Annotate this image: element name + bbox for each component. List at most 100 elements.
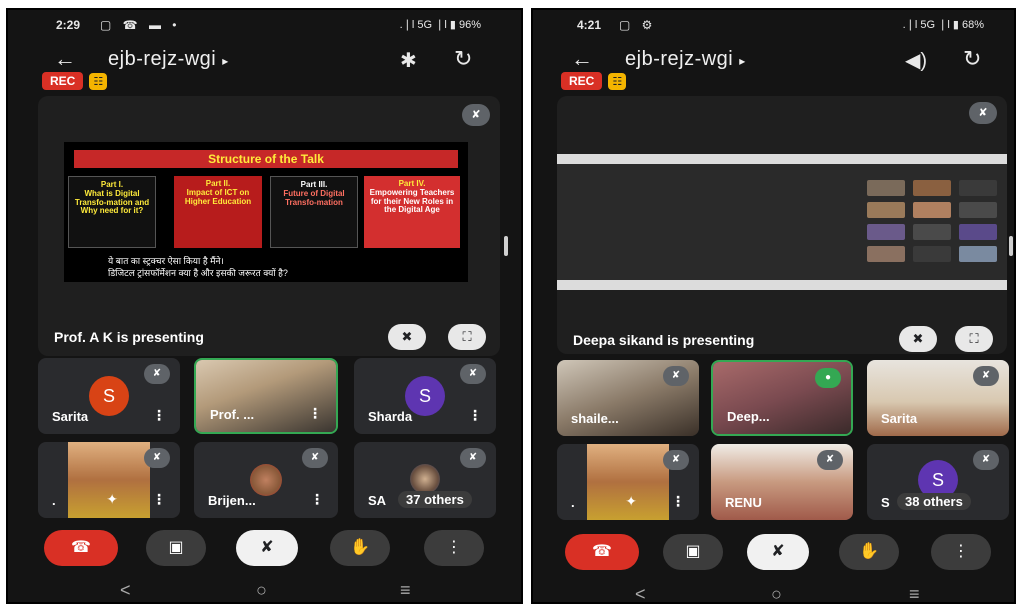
nav-home-icon[interactable]: ○ (771, 584, 782, 602)
camera-button[interactable]: ▣ (663, 534, 723, 570)
mic-off-icon: ✘ (973, 366, 999, 386)
more-vert-icon[interactable]: ⋮ (310, 491, 324, 508)
call-controls: ☎ ▣ ✘ ✋ ⋮ (533, 534, 1014, 574)
participant-name: . (52, 493, 56, 508)
status-icons: ▢ ⚙ (619, 18, 657, 32)
participant-tile[interactable]: Prof. ... ⋮ (194, 358, 338, 434)
participant-name: Brijen... (208, 493, 256, 508)
mic-off-icon: ✘ (460, 364, 486, 384)
meeting-code[interactable]: ejb-rejz-wgi ▸ (108, 48, 229, 71)
mic-button[interactable]: ✘ (236, 530, 298, 566)
mic-off-icon: ✘ (663, 450, 689, 470)
participant-name-prefix: S (881, 495, 890, 510)
caret-right-icon: ▸ (222, 54, 229, 68)
effects-icon[interactable]: ✦ (106, 491, 118, 508)
others-count: 38 others (897, 493, 971, 510)
avatar: S (89, 376, 129, 416)
participant-name-prefix: SA (368, 493, 387, 508)
participant-tile[interactable]: ✘ S Sharda ⋮ (354, 358, 496, 434)
participant-name: Deep... (727, 409, 770, 424)
slide-part-4: Part IV. Empowering Teachers for their Ne… (364, 176, 460, 248)
captions-icon: ☷ (89, 72, 108, 90)
participant-tile[interactable]: ● Deep... (711, 360, 853, 436)
nav-home-icon[interactable]: ○ (256, 580, 267, 601)
speaking-indicator-icon: ● (815, 368, 841, 388)
presenting-label: Deepa sikand is presenting (573, 332, 755, 348)
participant-name: RENU (725, 495, 762, 510)
mic-off-icon: ✘ (144, 448, 170, 468)
mic-off-icon: ✘ (302, 448, 328, 468)
effects-icon[interactable]: ✦ (625, 493, 637, 510)
presentation-tile[interactable]: ✘ Deepa sikand is presenting ✖ ⛶ (557, 96, 1007, 354)
status-bar: 4:21 ▢ ⚙ .❘l 5G ❘l ▮ 68% (533, 16, 1014, 36)
nav-recents-icon[interactable]: ≡ (909, 584, 920, 602)
status-right: .❘l 5G ❘l ▮ 68% (902, 19, 984, 31)
shared-screen (557, 154, 1007, 290)
more-vert-icon[interactable]: ⋮ (152, 407, 166, 424)
phone-screen-right: 4:21 ▢ ⚙ .❘l 5G ❘l ▮ 68% ← ejb-rejz-wgi ▸… (531, 8, 1016, 604)
shared-slide: Structure of the Talk Part I. What is Dig… (64, 142, 468, 282)
call-controls: ☎ ▣ ✘ ✋ ⋮ (8, 530, 521, 570)
nav-back-icon[interactable]: < (635, 584, 646, 602)
more-vert-icon[interactable]: ⋮ (152, 491, 166, 508)
switch-camera-icon[interactable]: ↻ (963, 46, 981, 72)
unpin-button[interactable]: ✖ (899, 326, 937, 352)
participant-name: Sarita (52, 409, 89, 424)
participant-tile[interactable]: ✘ Sarita (867, 360, 1009, 436)
nav-back-icon[interactable]: < (120, 580, 131, 601)
scrollbar[interactable] (1009, 236, 1013, 256)
speaker-icon[interactable]: ◀) (905, 48, 927, 73)
meeting-code[interactable]: ejb-rejz-wgi ▸ (625, 48, 746, 71)
participant-name: . (571, 495, 575, 510)
participant-tile-self[interactable]: ✘ . ✦ ⋮ (557, 444, 699, 520)
back-arrow-icon[interactable]: ← (54, 46, 76, 72)
unpin-button[interactable]: ✖ (388, 324, 426, 350)
others-tile[interactable]: ✘ SA 37 others (354, 442, 496, 518)
mic-off-icon: ✘ (144, 364, 170, 384)
mic-off-icon: ✘ (969, 102, 997, 124)
avatar-photo (250, 464, 282, 496)
rec-badge: REC (561, 72, 603, 90)
end-call-button[interactable]: ☎ (565, 534, 639, 570)
participant-name: shaile... (571, 411, 619, 426)
mic-button[interactable]: ✘ (747, 534, 809, 570)
badges: REC ☷ (42, 72, 108, 92)
more-vert-icon[interactable]: ⋮ (468, 407, 482, 424)
others-tile[interactable]: ✘ S S 38 others (867, 444, 1009, 520)
camera-button[interactable]: ▣ (146, 530, 206, 566)
participant-tile[interactable]: ✘ RENU (711, 444, 853, 520)
more-options-button[interactable]: ⋮ (424, 530, 484, 566)
slide-part-3: Part III. Future of Digital Transfo-matio… (270, 176, 358, 248)
mic-off-icon: ✘ (460, 448, 486, 468)
back-arrow-icon[interactable]: ← (571, 46, 593, 72)
raise-hand-button[interactable]: ✋ (330, 530, 390, 566)
scrollbar[interactable] (504, 236, 508, 256)
status-bar: 2:29 ▢ ☎ ▬ • .❘l 5G ❘l ▮ 96% (8, 16, 521, 36)
participant-tile-self[interactable]: ✘ . ✦ ⋮ (38, 442, 180, 518)
status-time: 2:29 (56, 18, 81, 32)
shared-browser-bar (557, 154, 1007, 164)
switch-camera-icon[interactable]: ↻ (454, 46, 472, 72)
end-call-button[interactable]: ☎ (44, 530, 118, 566)
presentation-tile[interactable]: ✘ Structure of the Talk Part I. What is D… (38, 96, 500, 356)
participant-tile[interactable]: ✘ S Sarita ⋮ (38, 358, 180, 434)
badges: REC ☷ (561, 72, 627, 92)
raise-hand-button[interactable]: ✋ (839, 534, 899, 570)
mic-off-icon: ✘ (973, 450, 999, 470)
more-vert-icon[interactable]: ⋮ (671, 493, 685, 510)
status-right: .❘l 5G ❘l ▮ 96% (399, 19, 481, 31)
bluetooth-icon[interactable]: ✱ (400, 48, 417, 73)
caret-right-icon: ▸ (739, 54, 746, 68)
fullscreen-button[interactable]: ⛶ (448, 324, 486, 350)
mic-off-icon: ✘ (462, 104, 490, 126)
status-time: 4:21 (577, 18, 602, 32)
phone-screen-left: 2:29 ▢ ☎ ▬ • .❘l 5G ❘l ▮ 96% ← ejb-rejz-… (6, 8, 523, 604)
fullscreen-button[interactable]: ⛶ (955, 326, 993, 352)
participant-tile[interactable]: ✘ shaile... (557, 360, 699, 436)
presenting-label: Prof. A K is presenting (54, 329, 204, 345)
more-options-button[interactable]: ⋮ (931, 534, 991, 570)
more-vert-icon[interactable]: ⋮ (308, 405, 322, 422)
participant-tile[interactable]: ✘ Brijen... ⋮ (194, 442, 338, 518)
slide-part-1: Part I. What is Digital Transfo-mation an… (68, 176, 156, 248)
nav-recents-icon[interactable]: ≡ (400, 580, 411, 601)
